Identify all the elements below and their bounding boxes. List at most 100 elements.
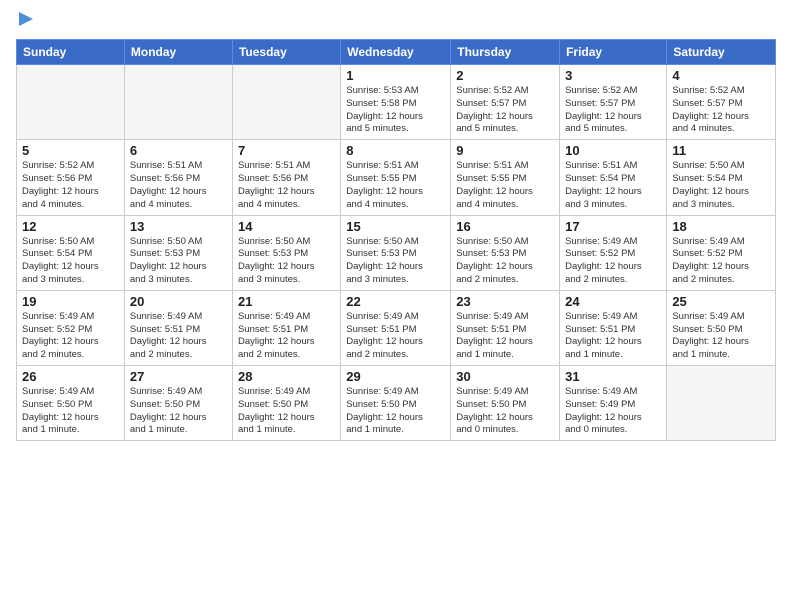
day-number: 17 [565, 219, 661, 234]
calendar-cell: 18Sunrise: 5:49 AM Sunset: 5:52 PM Dayli… [667, 215, 776, 290]
week-row-3: 12 Sunrise: 5:50 AM Sunset: 5:54 PM Dayli… [17, 215, 776, 290]
day-number: 30 [456, 369, 554, 384]
calendar-cell: 10 Sunrise: 5:51 AM Sunset: 5:54 PM Dayli… [560, 140, 667, 215]
weekday-header-tuesday: Tuesday [232, 40, 340, 65]
day-number: 15 [346, 219, 445, 234]
weekday-header-friday: Friday [560, 40, 667, 65]
day-number: 3 [565, 68, 661, 83]
day-details: Sunrise: 5:51 AM Sunset: 5:55 PM Dayligh… [456, 160, 554, 211]
weekday-header-saturday: Saturday [667, 40, 776, 65]
calendar-cell: 6 Sunrise: 5:51 AM Sunset: 5:56 PM Daylig… [124, 140, 232, 215]
day-details: Sunrise: 5:49 AM Sunset: 5:49 PM Dayligh… [565, 386, 661, 437]
calendar-cell: 7 Sunrise: 5:51 AM Sunset: 5:56 PM Daylig… [232, 140, 340, 215]
calendar-cell: 5Sunrise: 5:52 AM Sunset: 5:56 PM Daylig… [17, 140, 125, 215]
day-details: Sunrise: 5:50 AM Sunset: 5:54 PM Dayligh… [672, 160, 770, 211]
calendar-cell: 16 Sunrise: 5:50 AM Sunset: 5:53 PM Dayli… [451, 215, 560, 290]
day-details: Sunrise: 5:49 AM Sunset: 5:50 PM Dayligh… [346, 386, 445, 437]
day-number: 26 [22, 369, 119, 384]
logo-flag-icon [17, 10, 35, 28]
calendar-cell: 31 Sunrise: 5:49 AM Sunset: 5:49 PM Dayli… [560, 366, 667, 441]
weekday-header-row: SundayMondayTuesdayWednesdayThursdayFrid… [17, 40, 776, 65]
calendar-cell: 25 Sunrise: 5:49 AM Sunset: 5:50 PM Dayli… [667, 290, 776, 365]
calendar-cell: 24 Sunrise: 5:49 AM Sunset: 5:51 PM Dayli… [560, 290, 667, 365]
day-details: Sunrise: 5:49 AM Sunset: 5:51 PM Dayligh… [565, 311, 661, 362]
calendar-cell: 2Sunrise: 5:52 AM Sunset: 5:57 PM Daylig… [451, 65, 560, 140]
day-number: 19 [22, 294, 119, 309]
day-number: 12 [22, 219, 119, 234]
day-details: Sunrise: 5:49 AM Sunset: 5:50 PM Dayligh… [22, 386, 119, 437]
calendar-cell [232, 65, 340, 140]
calendar-cell: 8Sunrise: 5:51 AM Sunset: 5:55 PM Daylig… [341, 140, 451, 215]
page: SundayMondayTuesdayWednesdayThursdayFrid… [0, 0, 792, 612]
weekday-header-monday: Monday [124, 40, 232, 65]
day-number: 20 [130, 294, 227, 309]
day-details: Sunrise: 5:51 AM Sunset: 5:54 PM Dayligh… [565, 160, 661, 211]
calendar-cell: 30 Sunrise: 5:49 AM Sunset: 5:50 PM Dayli… [451, 366, 560, 441]
calendar-cell [17, 65, 125, 140]
day-details: Sunrise: 5:50 AM Sunset: 5:53 PM Dayligh… [238, 236, 335, 287]
calendar-cell: 3 Sunrise: 5:52 AM Sunset: 5:57 PM Daylig… [560, 65, 667, 140]
weekday-header-wednesday: Wednesday [341, 40, 451, 65]
day-number: 10 [565, 143, 661, 158]
header [16, 10, 776, 33]
day-details: Sunrise: 5:49 AM Sunset: 5:51 PM Dayligh… [238, 311, 335, 362]
day-number: 13 [130, 219, 227, 234]
day-number: 6 [130, 143, 227, 158]
calendar-cell: 4Sunrise: 5:52 AM Sunset: 5:57 PM Daylig… [667, 65, 776, 140]
day-details: Sunrise: 5:50 AM Sunset: 5:53 PM Dayligh… [456, 236, 554, 287]
day-details: Sunrise: 5:52 AM Sunset: 5:57 PM Dayligh… [565, 85, 661, 136]
day-number: 18 [672, 219, 770, 234]
calendar-cell: 23Sunrise: 5:49 AM Sunset: 5:51 PM Dayli… [451, 290, 560, 365]
day-details: Sunrise: 5:49 AM Sunset: 5:51 PM Dayligh… [456, 311, 554, 362]
day-number: 21 [238, 294, 335, 309]
day-number: 29 [346, 369, 445, 384]
calendar-cell: 26 Sunrise: 5:49 AM Sunset: 5:50 PM Dayli… [17, 366, 125, 441]
week-row-1: 1 Sunrise: 5:53 AM Sunset: 5:58 PM Daylig… [17, 65, 776, 140]
calendar-cell [124, 65, 232, 140]
day-number: 25 [672, 294, 770, 309]
day-number: 22 [346, 294, 445, 309]
calendar-table: SundayMondayTuesdayWednesdayThursdayFrid… [16, 39, 776, 441]
weekday-header-sunday: Sunday [17, 40, 125, 65]
day-details: Sunrise: 5:49 AM Sunset: 5:51 PM Dayligh… [130, 311, 227, 362]
calendar-cell: 15 Sunrise: 5:50 AM Sunset: 5:53 PM Dayli… [341, 215, 451, 290]
day-details: Sunrise: 5:52 AM Sunset: 5:57 PM Dayligh… [456, 85, 554, 136]
day-details: Sunrise: 5:50 AM Sunset: 5:53 PM Dayligh… [346, 236, 445, 287]
day-number: 1 [346, 68, 445, 83]
day-details: Sunrise: 5:49 AM Sunset: 5:52 PM Dayligh… [22, 311, 119, 362]
day-details: Sunrise: 5:51 AM Sunset: 5:56 PM Dayligh… [130, 160, 227, 211]
day-details: Sunrise: 5:49 AM Sunset: 5:52 PM Dayligh… [565, 236, 661, 287]
calendar-cell: 17 Sunrise: 5:49 AM Sunset: 5:52 PM Dayli… [560, 215, 667, 290]
week-row-4: 19 Sunrise: 5:49 AM Sunset: 5:52 PM Dayli… [17, 290, 776, 365]
day-details: Sunrise: 5:49 AM Sunset: 5:50 PM Dayligh… [238, 386, 335, 437]
calendar-cell: 19 Sunrise: 5:49 AM Sunset: 5:52 PM Dayli… [17, 290, 125, 365]
calendar-cell [667, 366, 776, 441]
calendar-cell: 28Sunrise: 5:49 AM Sunset: 5:50 PM Dayli… [232, 366, 340, 441]
day-details: Sunrise: 5:49 AM Sunset: 5:50 PM Dayligh… [130, 386, 227, 437]
weekday-header-thursday: Thursday [451, 40, 560, 65]
calendar-cell: 29 Sunrise: 5:49 AM Sunset: 5:50 PM Dayli… [341, 366, 451, 441]
calendar-cell: 27Sunrise: 5:49 AM Sunset: 5:50 PM Dayli… [124, 366, 232, 441]
day-details: Sunrise: 5:51 AM Sunset: 5:55 PM Dayligh… [346, 160, 445, 211]
day-number: 31 [565, 369, 661, 384]
day-number: 16 [456, 219, 554, 234]
day-details: Sunrise: 5:49 AM Sunset: 5:51 PM Dayligh… [346, 311, 445, 362]
calendar-cell: 11Sunrise: 5:50 AM Sunset: 5:54 PM Dayli… [667, 140, 776, 215]
day-details: Sunrise: 5:51 AM Sunset: 5:56 PM Dayligh… [238, 160, 335, 211]
day-number: 14 [238, 219, 335, 234]
calendar-cell: 22 Sunrise: 5:49 AM Sunset: 5:51 PM Dayli… [341, 290, 451, 365]
day-number: 7 [238, 143, 335, 158]
day-details: Sunrise: 5:49 AM Sunset: 5:50 PM Dayligh… [456, 386, 554, 437]
calendar-cell: 21 Sunrise: 5:49 AM Sunset: 5:51 PM Dayli… [232, 290, 340, 365]
calendar-cell: 13Sunrise: 5:50 AM Sunset: 5:53 PM Dayli… [124, 215, 232, 290]
calendar-cell: 12 Sunrise: 5:50 AM Sunset: 5:54 PM Dayli… [17, 215, 125, 290]
day-number: 9 [456, 143, 554, 158]
calendar-cell: 9 Sunrise: 5:51 AM Sunset: 5:55 PM Daylig… [451, 140, 560, 215]
day-details: Sunrise: 5:50 AM Sunset: 5:54 PM Dayligh… [22, 236, 119, 287]
calendar-cell: 14 Sunrise: 5:50 AM Sunset: 5:53 PM Dayli… [232, 215, 340, 290]
day-number: 24 [565, 294, 661, 309]
day-details: Sunrise: 5:49 AM Sunset: 5:50 PM Dayligh… [672, 311, 770, 362]
logo [16, 10, 35, 33]
calendar-cell: 20 Sunrise: 5:49 AM Sunset: 5:51 PM Dayli… [124, 290, 232, 365]
day-details: Sunrise: 5:53 AM Sunset: 5:58 PM Dayligh… [346, 85, 445, 136]
